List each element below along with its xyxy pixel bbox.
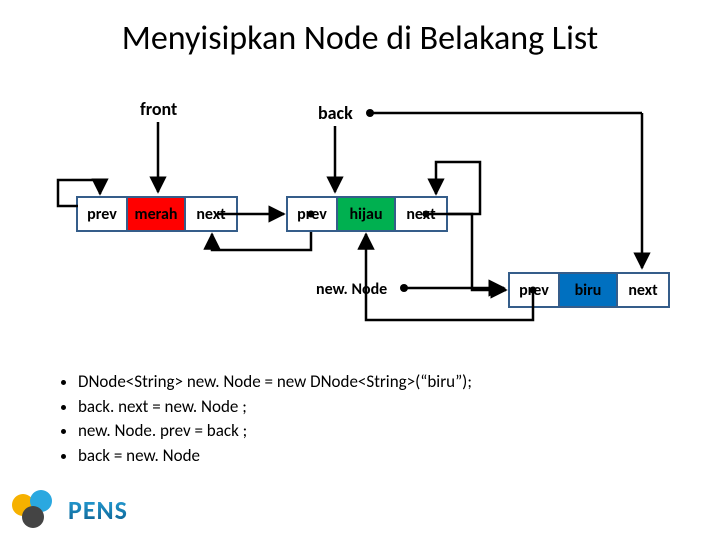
label-front: front [140,98,177,120]
logo: PENS [12,490,128,530]
cell-prev: prev [78,198,128,230]
label-back: back [318,102,353,124]
label-newnode: new. Node [316,280,387,299]
cell-next: next [396,198,446,230]
cell-prev: prev [510,274,560,306]
node-biru: prev biru next [508,272,670,308]
node-merah: prev merah next [76,196,238,232]
code-line: back = new. Node [78,444,472,469]
code-line: back. next = new. Node ; [78,395,472,420]
cell-data-hijau: hijau [338,198,396,230]
logo-icon [12,490,62,530]
node-hijau: prev hijau next [286,196,448,232]
slide-title: Menyisipkan Node di Belakang List [0,18,720,59]
cell-data-merah: merah [128,198,186,230]
code-list: DNode<String> new. Node = new DNode<Stri… [60,370,472,469]
cell-prev: prev [288,198,338,230]
cell-next: next [618,274,668,306]
cell-data-biru: biru [560,274,618,306]
code-line: DNode<String> new. Node = new DNode<Stri… [78,370,472,395]
code-line: new. Node. prev = back ; [78,419,472,444]
logo-text: PENS [68,494,128,526]
cell-next: next [186,198,236,230]
